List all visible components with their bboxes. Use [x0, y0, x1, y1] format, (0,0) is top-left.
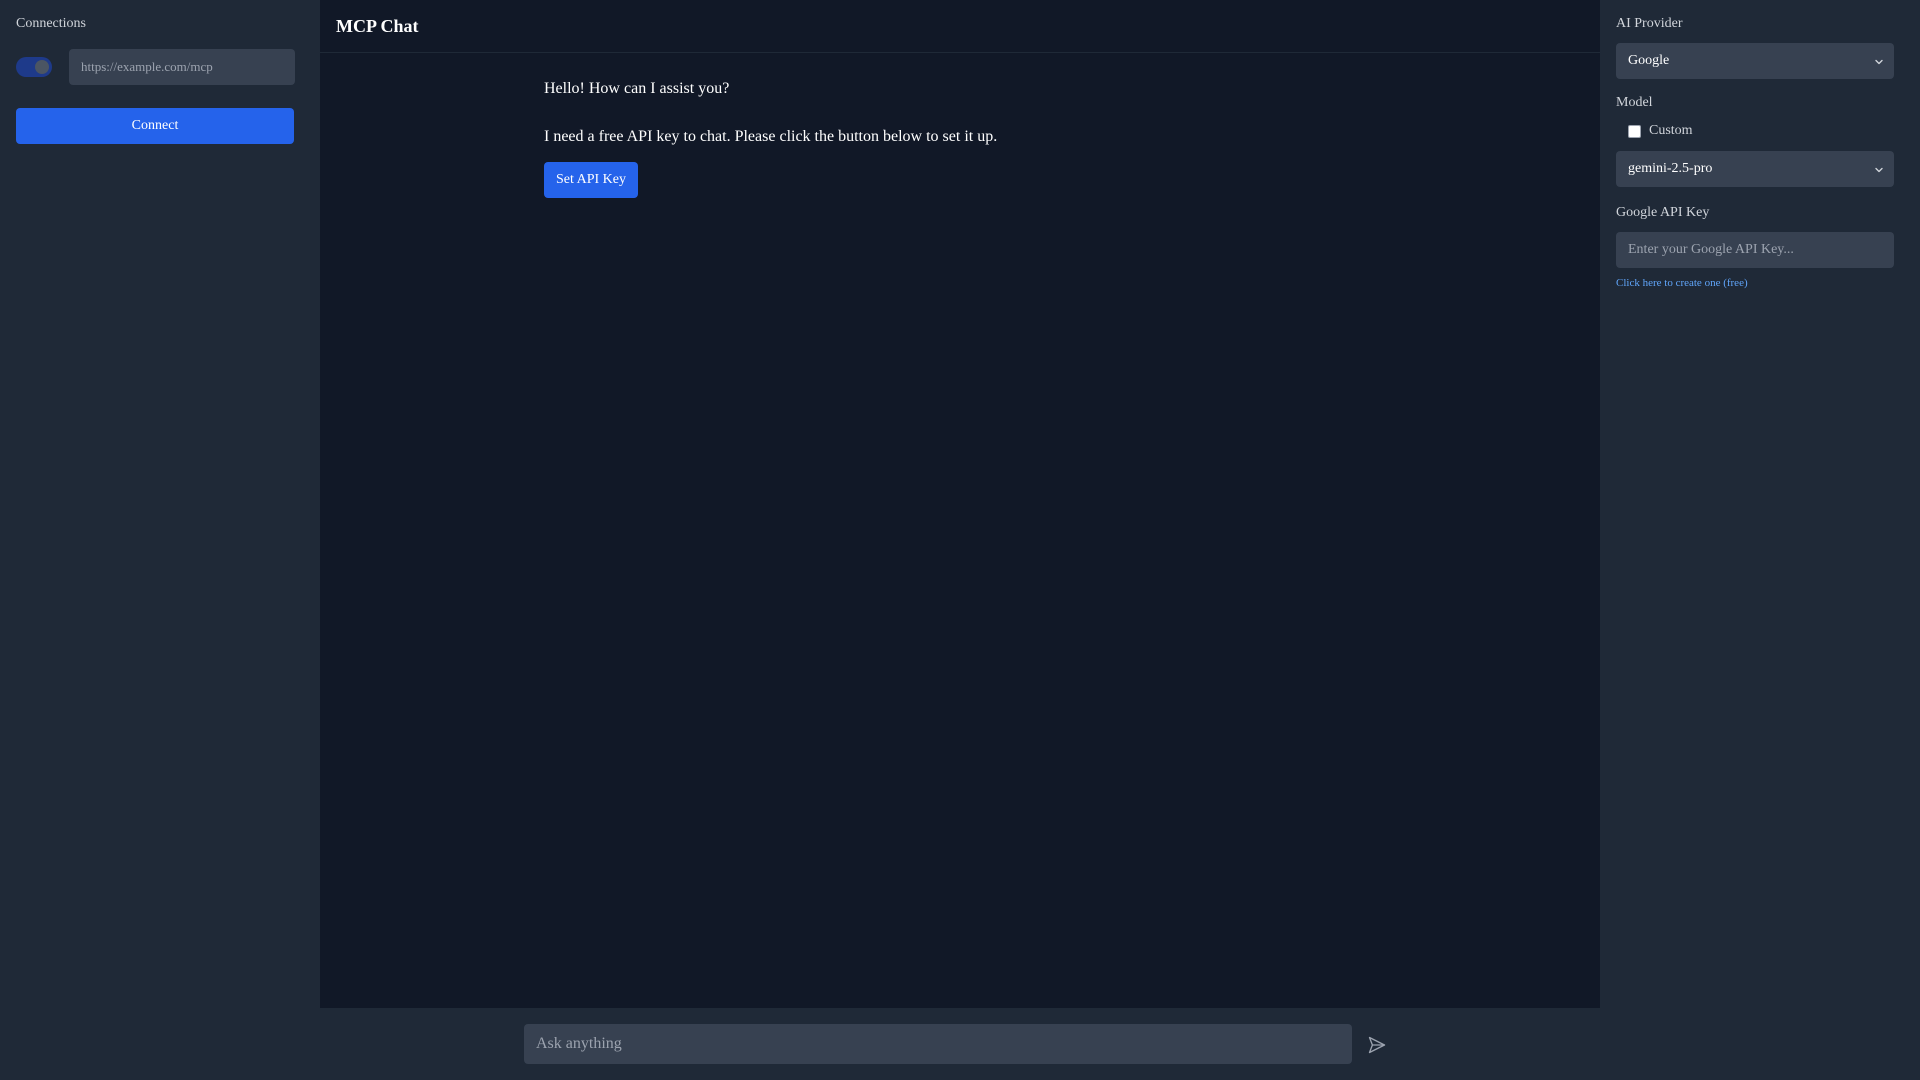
connection-toggle[interactable]	[16, 57, 52, 77]
app: Connections Connect MCP Chat Hello! How …	[0, 0, 1920, 1080]
connections-title: Connections	[16, 16, 86, 31]
custom-model-checkbox[interactable]	[1628, 124, 1641, 138]
create-api-key-link[interactable]: Click here to create one (free)	[1616, 277, 1904, 289]
model-select[interactable]: gemini-2.5-pro	[1616, 151, 1894, 187]
chevron-down-icon	[1874, 56, 1884, 72]
assistant-message: Hello! How can I assist you?	[544, 80, 730, 97]
custom-model-label: Custom	[1649, 123, 1693, 138]
api-key-input[interactable]	[1616, 232, 1894, 268]
settings-sidebar: AI Provider Google Model Custom gemini-2…	[1600, 0, 1920, 1080]
chat-input[interactable]	[524, 1024, 1352, 1064]
page-title: MCP Chat	[336, 15, 419, 36]
assistant-message: I need a free API key to chat. Please cl…	[544, 128, 998, 145]
provider-label: AI Provider	[1616, 16, 1683, 31]
mcp-url-input[interactable]	[69, 49, 295, 85]
connections-sidebar: Connections Connect	[0, 0, 320, 1080]
connect-button[interactable]: Connect	[16, 108, 294, 144]
chat-input-bar	[320, 1008, 1600, 1080]
provider-value: Google	[1628, 53, 1670, 68]
toggle-knob	[35, 60, 49, 74]
chevron-down-icon	[1874, 164, 1884, 180]
custom-model-row[interactable]: Custom	[1616, 121, 1904, 141]
send-icon	[1367, 1035, 1387, 1055]
set-api-key-button[interactable]: Set API Key	[544, 162, 638, 198]
chat-header: MCP Chat	[320, 0, 1600, 53]
message-list: Hello! How can I assist you? I need a fr…	[544, 80, 1376, 198]
chat-main: MCP Chat Hello! How can I assist you? I …	[320, 0, 1600, 1008]
send-button[interactable]	[1364, 1032, 1390, 1058]
provider-select[interactable]: Google	[1616, 43, 1894, 79]
model-value: gemini-2.5-pro	[1628, 161, 1713, 176]
connection-row	[16, 49, 304, 85]
model-label: Model	[1616, 95, 1653, 110]
api-key-label: Google API Key	[1616, 205, 1710, 220]
